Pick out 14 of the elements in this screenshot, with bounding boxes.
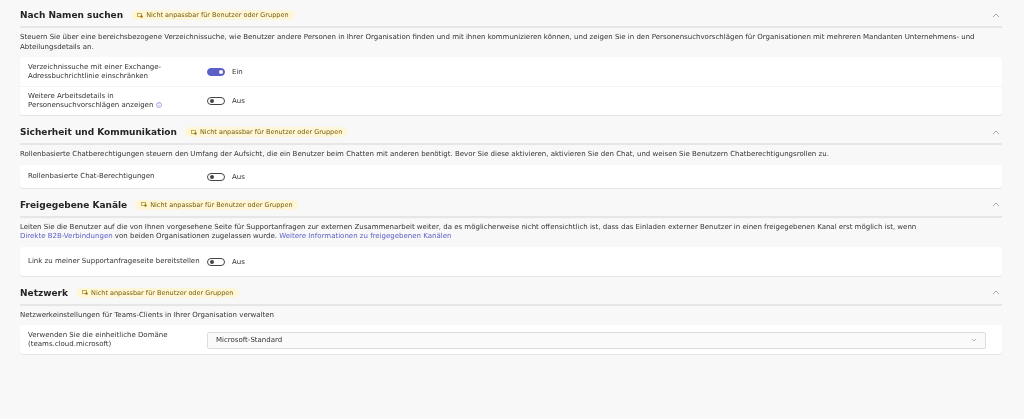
toggle-switch[interactable] [207,257,225,266]
info-icon[interactable] [156,102,163,109]
chevron-icon[interactable] [992,290,1000,295]
section-title: Freigegebene Kanäle [20,199,128,210]
caret-icon [971,338,977,342]
section-title: Nach Namen suchen [20,10,124,20]
section-title: Sicherheit und Kommunikation [20,127,177,137]
section-title: Netzwerk [20,287,69,298]
chevron-icon[interactable] [992,12,1000,18]
toggle-switch[interactable] [207,68,225,76]
toggle-switch[interactable] [207,97,225,105]
chevron-icon[interactable] [992,129,1000,135]
toggle-switch[interactable] [207,172,225,181]
chevron-icon[interactable] [992,202,1000,207]
